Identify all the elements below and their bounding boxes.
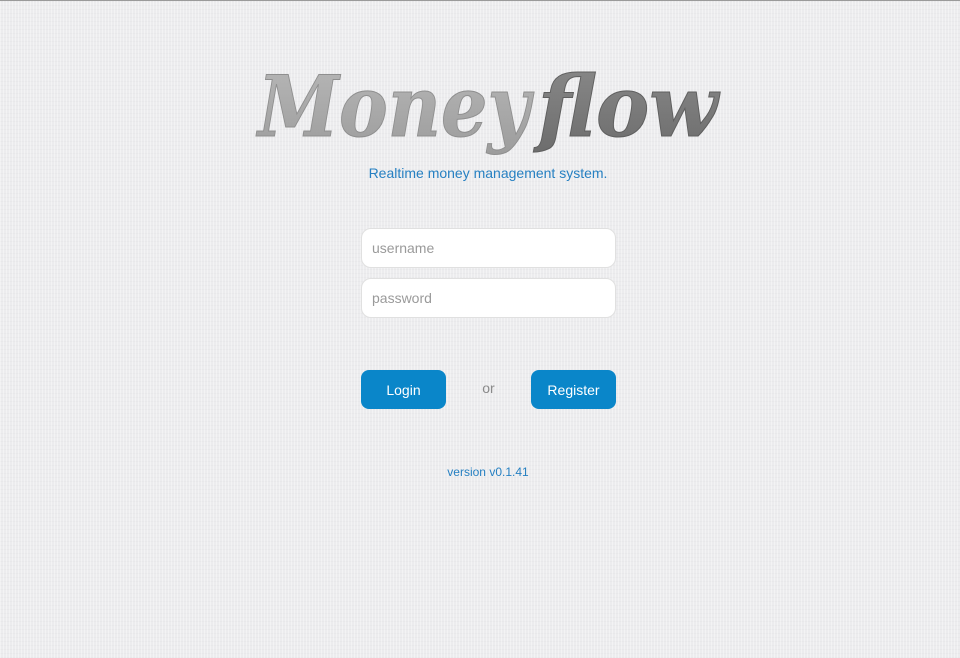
window-top-border [0, 0, 960, 1]
or-separator-label: or [482, 380, 495, 396]
login-button[interactable]: Login [361, 370, 446, 409]
tagline: Realtime money management system. [368, 165, 608, 181]
password-input[interactable] [361, 278, 616, 318]
logo-word-flow: flow [533, 57, 720, 156]
username-input[interactable] [361, 228, 616, 268]
register-button[interactable]: Register [531, 370, 616, 409]
logo-word-money: Money [255, 57, 534, 156]
version-label: version v0.1.41 [447, 465, 529, 479]
moneyflow-logo: Money flow [250, 56, 730, 166]
